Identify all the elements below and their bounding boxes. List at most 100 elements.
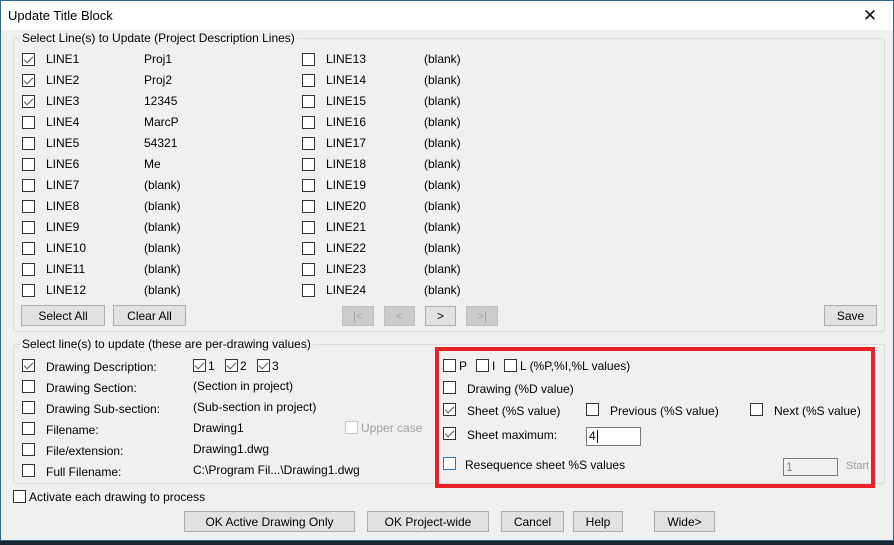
drawing-field-checkbox[interactable]	[22, 464, 35, 477]
previous-page-button[interactable]: <	[384, 306, 415, 326]
line-name: LINE1	[46, 52, 80, 66]
next-s-label: Next (%S value)	[774, 404, 861, 418]
drawing-d-label: Drawing (%D value)	[467, 382, 574, 396]
ok-project-wide-button[interactable]: OK Project-wide	[367, 511, 489, 532]
drawing-field-checkbox[interactable]	[22, 401, 35, 414]
l-checkbox[interactable]	[504, 359, 517, 372]
line-checkbox[interactable]	[22, 200, 35, 213]
line-checkbox[interactable]	[302, 200, 315, 213]
desc-part-2-checkbox[interactable]	[225, 359, 238, 372]
drawing-field-label: Drawing Description:	[46, 360, 157, 374]
sheet-maximum-input[interactable]: 4	[586, 427, 641, 446]
upper-case-label: Upper case	[361, 421, 423, 435]
line-checkbox[interactable]	[302, 53, 315, 66]
i-label: I	[492, 359, 496, 373]
ok-active-drawing-button[interactable]: OK Active Drawing Only	[184, 511, 355, 532]
line-name: LINE19	[326, 178, 367, 192]
line-checkbox[interactable]	[22, 137, 35, 150]
line-value: Me	[144, 157, 161, 171]
line-name: LINE11	[46, 262, 86, 276]
upper-case-checkbox[interactable]	[345, 421, 358, 434]
first-page-button[interactable]: |<	[342, 306, 374, 326]
line-checkbox[interactable]	[302, 284, 315, 297]
drawing-field-label: Filename:	[46, 423, 99, 437]
next-page-button[interactable]: >	[425, 306, 456, 326]
line-checkbox[interactable]	[22, 158, 35, 171]
i-checkbox[interactable]	[476, 359, 489, 372]
desc-part-3-label: 3	[272, 359, 279, 373]
help-button[interactable]: Help	[573, 511, 623, 532]
drawing-field-value: (Section in project)	[193, 379, 294, 393]
line-checkbox[interactable]	[22, 284, 35, 297]
line-name: LINE14	[326, 73, 367, 87]
line-value: (blank)	[424, 94, 461, 108]
activate-each-drawing-label: Activate each drawing to process	[29, 490, 206, 504]
sheet-maximum-checkbox[interactable]	[443, 427, 456, 440]
line-checkbox[interactable]	[302, 95, 315, 108]
line-checkbox[interactable]	[22, 95, 35, 108]
drawing-field-checkbox[interactable]	[22, 359, 35, 372]
save-button[interactable]: Save	[824, 305, 877, 326]
line-checkbox[interactable]	[302, 179, 315, 192]
line-checkbox[interactable]	[302, 242, 315, 255]
resequence-checkbox[interactable]	[443, 457, 456, 470]
clear-all-button[interactable]: Clear All	[113, 305, 186, 326]
drawing-field-checkbox[interactable]	[22, 422, 35, 435]
line-value: (blank)	[144, 283, 181, 297]
line-value: (blank)	[144, 199, 181, 213]
drawing-field-checkbox[interactable]	[22, 443, 35, 456]
line-name: LINE12	[46, 283, 87, 297]
line-checkbox[interactable]	[302, 158, 315, 171]
p-checkbox[interactable]	[443, 359, 456, 372]
line-value: (blank)	[424, 136, 461, 150]
desc-part-3-checkbox[interactable]	[257, 359, 270, 372]
line-value: (blank)	[424, 283, 461, 297]
line-name: LINE24	[326, 283, 367, 297]
line-value: 54321	[144, 136, 178, 150]
line-checkbox[interactable]	[22, 179, 35, 192]
drawing-field-checkbox[interactable]	[22, 380, 35, 393]
next-s-checkbox[interactable]	[750, 403, 763, 416]
drawing-field-value: C:\Program Fil...\Drawing1.dwg	[193, 463, 360, 477]
line-checkbox[interactable]	[302, 137, 315, 150]
line-name: LINE6	[46, 157, 80, 171]
line-name: LINE8	[46, 199, 80, 213]
cancel-button[interactable]: Cancel	[501, 511, 564, 532]
line-checkbox[interactable]	[302, 263, 315, 276]
select-all-button[interactable]: Select All	[21, 305, 105, 326]
line-value: (blank)	[424, 262, 461, 276]
previous-s-checkbox[interactable]	[586, 403, 599, 416]
line-checkbox[interactable]	[302, 74, 315, 87]
desc-part-1-checkbox[interactable]	[193, 359, 206, 372]
p-label: P	[459, 359, 468, 373]
close-icon[interactable]: ✕	[847, 1, 893, 30]
dialog-title: Update Title Block	[8, 8, 113, 23]
line-name: LINE13	[326, 52, 367, 66]
line-value: (blank)	[144, 178, 181, 192]
line-checkbox[interactable]	[22, 242, 35, 255]
start-label: Start	[846, 460, 870, 472]
line-checkbox[interactable]	[22, 263, 35, 276]
line-value: (blank)	[424, 157, 461, 171]
l-label: L (%P,%I,%L values)	[520, 359, 631, 373]
previous-s-label: Previous (%S value)	[610, 404, 719, 418]
line-checkbox[interactable]	[302, 116, 315, 129]
drawing-field-value: Drawing1	[193, 421, 244, 435]
drawing-field-value: (Sub-section in project)	[193, 400, 317, 414]
line-checkbox[interactable]	[22, 116, 35, 129]
line-value: (blank)	[424, 220, 461, 234]
line-name: LINE21	[326, 220, 367, 234]
wide-button[interactable]: Wide>	[654, 511, 715, 532]
start-input[interactable]: 1	[783, 458, 838, 476]
line-value: 12345	[144, 94, 178, 108]
line-checkbox[interactable]	[22, 74, 35, 87]
line-checkbox[interactable]	[22, 53, 35, 66]
last-page-button[interactable]: >|	[466, 306, 498, 326]
sheet-s-checkbox[interactable]	[443, 403, 456, 416]
resequence-label: Resequence sheet %S values	[465, 458, 626, 472]
line-checkbox[interactable]	[302, 221, 315, 234]
line-checkbox[interactable]	[22, 221, 35, 234]
drawing-field-label: File/extension:	[46, 444, 124, 458]
drawing-d-checkbox[interactable]	[443, 381, 456, 394]
activate-each-drawing-checkbox[interactable]	[13, 490, 26, 503]
